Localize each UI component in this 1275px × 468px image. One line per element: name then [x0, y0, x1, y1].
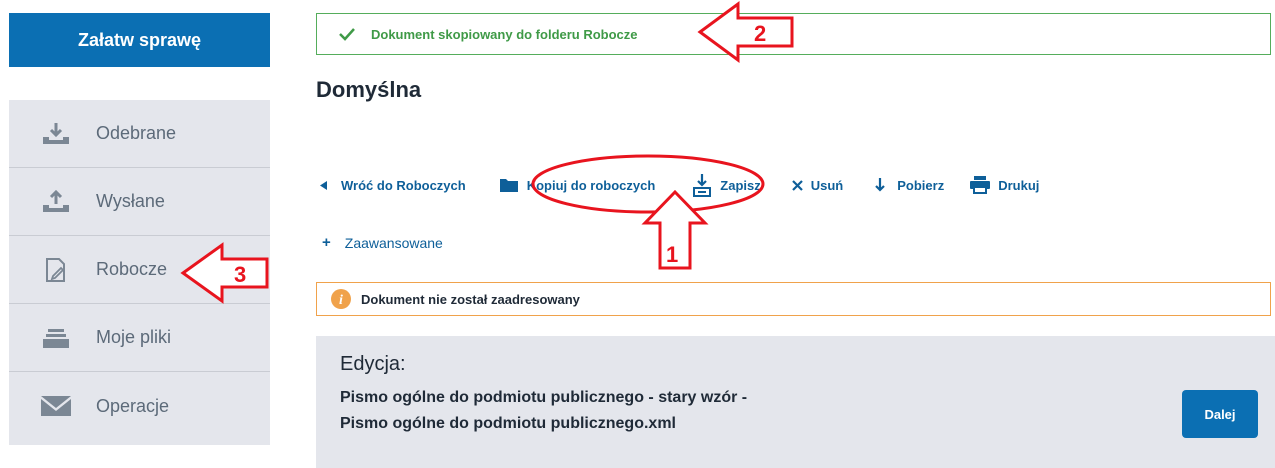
annotation-number-2: 2 — [754, 21, 766, 46]
highlight-ellipse — [531, 154, 765, 214]
annotation-overlay: 1 2 3 — [180, 1, 794, 304]
annotation-number-1: 1 — [666, 242, 678, 267]
annotation-number-3: 3 — [234, 262, 246, 287]
annotation-arrow-2 — [697, 1, 794, 63]
annotation-arrow-3 — [180, 242, 269, 304]
